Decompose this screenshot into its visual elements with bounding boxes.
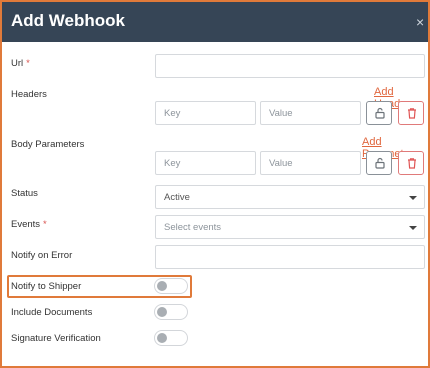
unlock-icon [375, 107, 385, 119]
dialog-title: Add Webhook [11, 11, 125, 30]
toggle-knob [157, 281, 167, 291]
trash-icon [408, 108, 416, 119]
toggle-knob [157, 307, 167, 317]
header-value-input[interactable]: Value [260, 101, 361, 125]
close-icon[interactable]: × [416, 14, 424, 30]
chevron-down-icon [409, 226, 417, 230]
header-unlock-button[interactable] [366, 101, 392, 125]
header-delete-button[interactable] [398, 101, 424, 125]
parameter-value-input[interactable]: Value [260, 151, 361, 175]
body-parameters-label: Body Parameters [11, 139, 85, 150]
required-mark: * [26, 58, 30, 69]
parameter-unlock-button[interactable] [366, 151, 392, 175]
notify-on-error-input[interactable] [155, 245, 425, 269]
parameter-delete-button[interactable] [398, 151, 424, 175]
events-label: Events * [11, 219, 47, 230]
status-select[interactable]: Active [155, 185, 425, 209]
include-documents-label: Include Documents [11, 307, 93, 318]
signature-verification-label: Signature Verification [11, 333, 101, 344]
notify-on-error-label: Notify on Error [11, 250, 73, 261]
required-mark: * [43, 219, 47, 230]
toggle-knob [157, 333, 167, 343]
signature-verification-toggle[interactable] [154, 330, 188, 346]
chevron-down-icon [409, 196, 417, 200]
dialog-header: Add Webhook × [2, 2, 428, 42]
url-input[interactable] [155, 54, 425, 78]
notify-to-shipper-toggle[interactable] [154, 278, 188, 294]
add-webhook-dialog: Add Webhook × Url * Headers Add Header Ke… [0, 0, 430, 368]
events-select[interactable]: Select events [155, 215, 425, 239]
header-key-input[interactable]: Key [155, 101, 256, 125]
headers-label: Headers [11, 89, 47, 100]
url-label: Url * [11, 58, 30, 69]
trash-icon [408, 158, 416, 169]
parameter-key-input[interactable]: Key [155, 151, 256, 175]
notify-to-shipper-label: Notify to Shipper [11, 281, 82, 292]
unlock-icon [375, 157, 385, 169]
include-documents-toggle[interactable] [154, 304, 188, 320]
status-label: Status [11, 188, 38, 199]
